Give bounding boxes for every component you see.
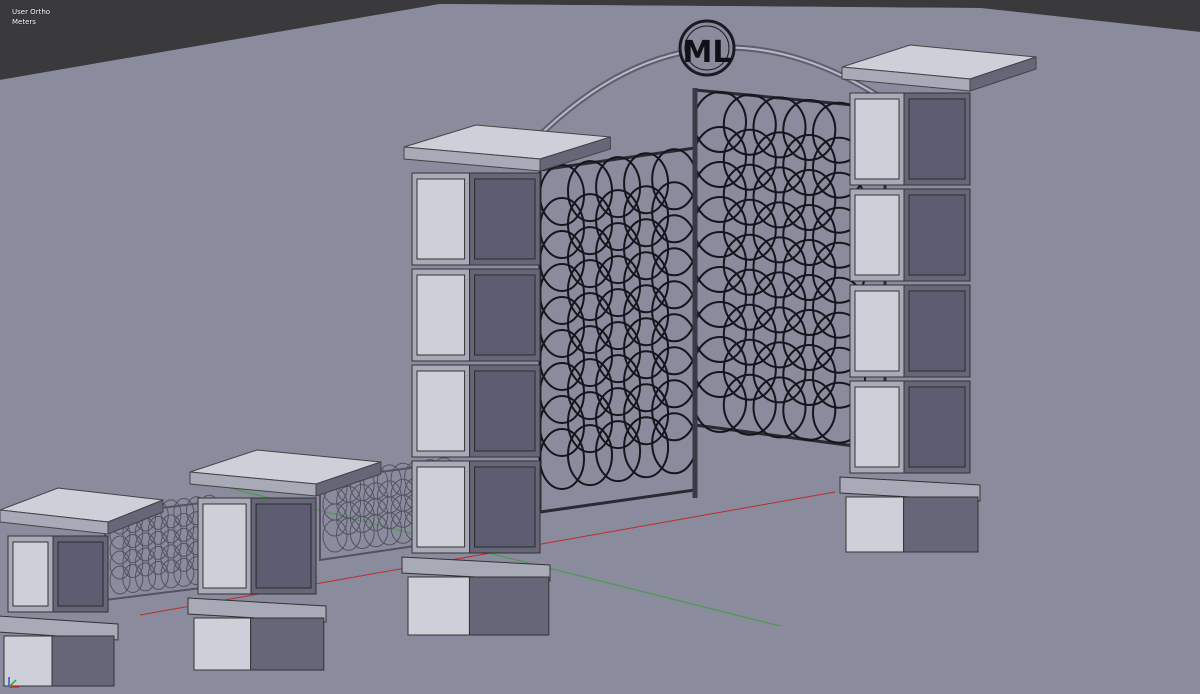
pillar-gate-right-panel-side-inset — [908, 98, 966, 180]
pillar-left-small-panel-inset — [202, 503, 247, 589]
pillar-left-end-panel-inset — [12, 541, 49, 607]
pillar-gate-right-panel-side-inset — [908, 290, 966, 372]
pillar-gate-left-base-front — [407, 576, 470, 636]
pillar-left-end-panel-side-inset — [57, 541, 104, 607]
pillar-left-end-base-side — [51, 635, 115, 687]
pillar-gate-left-panel-inset — [416, 466, 466, 548]
monogram-text: ML — [683, 35, 732, 70]
pillar-gate-right-panel-inset — [854, 194, 900, 276]
pillar-gate-right-panel-side-inset — [908, 194, 966, 276]
pillar-gate-right-panel-inset — [854, 98, 900, 180]
pillar-gate-left-panel-inset — [416, 370, 466, 452]
pillar-gate-left-panel-side-inset — [474, 178, 536, 260]
pillar-gate-right-base-front — [845, 496, 905, 553]
pillar-gate-left-panel-inset — [416, 178, 466, 260]
pillar-gate-left-panel-side-inset — [474, 466, 536, 548]
units-label: Meters — [12, 18, 36, 26]
pillar-gate-right-base-side — [903, 496, 979, 553]
monogram-medallion: ML — [678, 19, 736, 77]
3d-viewport[interactable]: ML User Ortho Meters — [0, 0, 1200, 694]
pillar-gate-left-panel-side-inset — [474, 370, 536, 452]
pillar-gate-right-panel-inset — [854, 386, 900, 468]
pillar-left-small-base-front — [193, 617, 252, 671]
view-name-label: User Ortho — [12, 8, 51, 16]
pillar-gate-left-panel-inset — [416, 274, 466, 356]
pillar-gate-right-panel-inset — [854, 290, 900, 372]
axis-gizmo-icon[interactable] — [6, 674, 22, 690]
pillar-left-small-panel-side-inset — [255, 503, 312, 589]
scene-canvas[interactable]: ML — [0, 0, 1200, 694]
pillar-gate-left-panel-side-inset — [474, 274, 536, 356]
pillar-left-small-base-side — [250, 617, 325, 671]
pillar-gate-right-panel-side-inset — [908, 386, 966, 468]
pillar-gate-left-base-side — [468, 576, 550, 636]
